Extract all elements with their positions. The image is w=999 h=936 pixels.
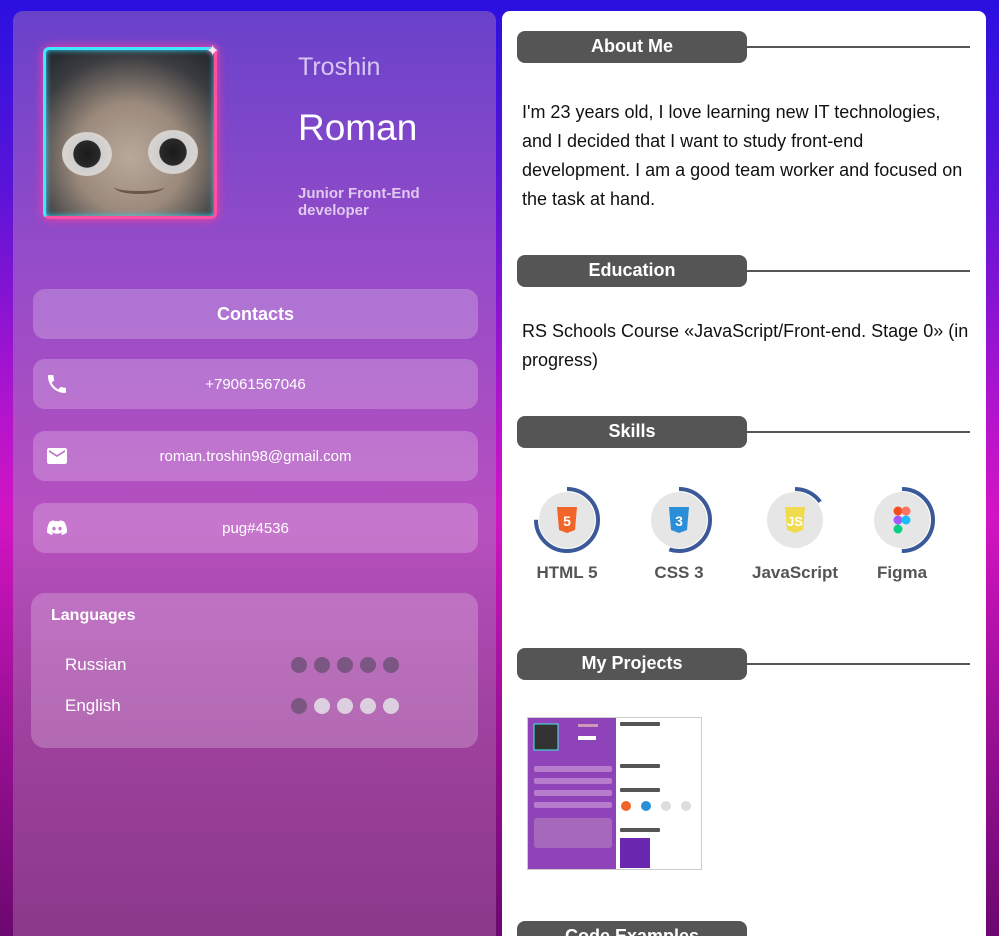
- section-projects-title: My Projects: [517, 648, 747, 680]
- divider: [747, 46, 970, 48]
- divider: [747, 431, 970, 433]
- level-dot: [337, 698, 353, 714]
- section-about-header: About Me: [517, 31, 970, 63]
- contact-phone[interactable]: +79061567046: [33, 359, 478, 409]
- contact-discord[interactable]: pug#4536: [33, 503, 478, 553]
- level-dot: [337, 657, 353, 673]
- skill-label: JavaScript: [752, 563, 838, 582]
- contact-email[interactable]: roman.troshin98@gmail.com: [33, 431, 478, 481]
- section-education-header: Education: [517, 255, 970, 287]
- svg-text:5: 5: [563, 513, 571, 529]
- section-about-title: About Me: [517, 31, 747, 63]
- sparkle-icon: ✦: [206, 43, 220, 60]
- skill-javascript: JS JavaScript: [740, 485, 850, 583]
- avatar-photo: [43, 47, 217, 219]
- svg-text:3: 3: [675, 513, 683, 529]
- level-dot: [360, 698, 376, 714]
- discord-handle: pug#4536: [222, 519, 289, 537]
- css3-icon: 3: [646, 487, 712, 553]
- level-dot: [383, 698, 399, 714]
- skill-html5: 5 HTML 5: [512, 485, 622, 583]
- level-dot: [291, 657, 307, 673]
- avatar-eye-left: [62, 132, 112, 176]
- firstname: Roman: [298, 107, 418, 148]
- language-level-russian: [291, 657, 399, 673]
- avatar-eye-right: [148, 130, 198, 174]
- about-text: I'm 23 years old, I love learning new IT…: [522, 102, 963, 209]
- svg-text:JS: JS: [787, 514, 803, 529]
- section-education-title: Education: [517, 255, 747, 287]
- languages-card: Languages Russian English: [31, 593, 478, 748]
- phone-icon: [48, 375, 66, 393]
- skill-label: CSS 3: [654, 563, 704, 582]
- skill-ring: 5: [532, 485, 602, 555]
- languages-heading: Languages: [51, 607, 136, 624]
- section-code-title: Code Examples: [517, 921, 747, 936]
- mail-icon: [47, 448, 67, 464]
- divider: [747, 270, 970, 272]
- level-dot: [291, 698, 307, 714]
- skill-figma: Figma: [847, 485, 957, 583]
- section-projects-header: My Projects: [517, 648, 970, 680]
- content-panel: About Me I'm 23 years old, I love learni…: [502, 11, 986, 936]
- html5-icon: 5: [534, 487, 600, 553]
- section-skills-title: Skills: [517, 416, 747, 448]
- skill-ring: 3: [644, 485, 714, 555]
- section-code-header: Code Examples: [517, 921, 970, 936]
- contacts-heading: Contacts: [33, 289, 478, 339]
- profile-sidebar: ✦ Troshin Roman Junior Front-End develop…: [13, 11, 496, 936]
- language-english: English: [65, 696, 121, 715]
- project-thumbnail[interactable]: [527, 717, 702, 870]
- skill-css3: 3 CSS 3: [624, 485, 734, 583]
- job-title: Junior Front-End developer: [298, 185, 420, 219]
- javascript-icon: JS: [762, 487, 828, 553]
- skill-label: Figma: [876, 563, 928, 582]
- level-dot: [383, 657, 399, 673]
- language-russian: Russian: [65, 655, 127, 674]
- email-address: roman.troshin98@gmail.com: [159, 447, 352, 465]
- skill-ring: JS: [760, 485, 830, 555]
- language-level-english: [291, 698, 399, 714]
- avatar-mouth: [114, 180, 164, 194]
- divider: [747, 663, 970, 665]
- avatar: ✦: [43, 41, 219, 219]
- level-dot: [314, 698, 330, 714]
- level-dot: [314, 657, 330, 673]
- figma-icon: [869, 487, 935, 553]
- section-skills-header: Skills: [517, 416, 970, 448]
- phone-number: +79061567046: [205, 375, 306, 393]
- skill-label: HTML 5: [536, 563, 598, 582]
- discord-icon: [47, 520, 67, 535]
- project-preview-image: [528, 718, 691, 869]
- skill-ring: [867, 485, 937, 555]
- surname: Troshin: [298, 53, 381, 81]
- education-text: RS Schools Course «JavaScript/Front-end.…: [522, 321, 969, 370]
- level-dot: [360, 657, 376, 673]
